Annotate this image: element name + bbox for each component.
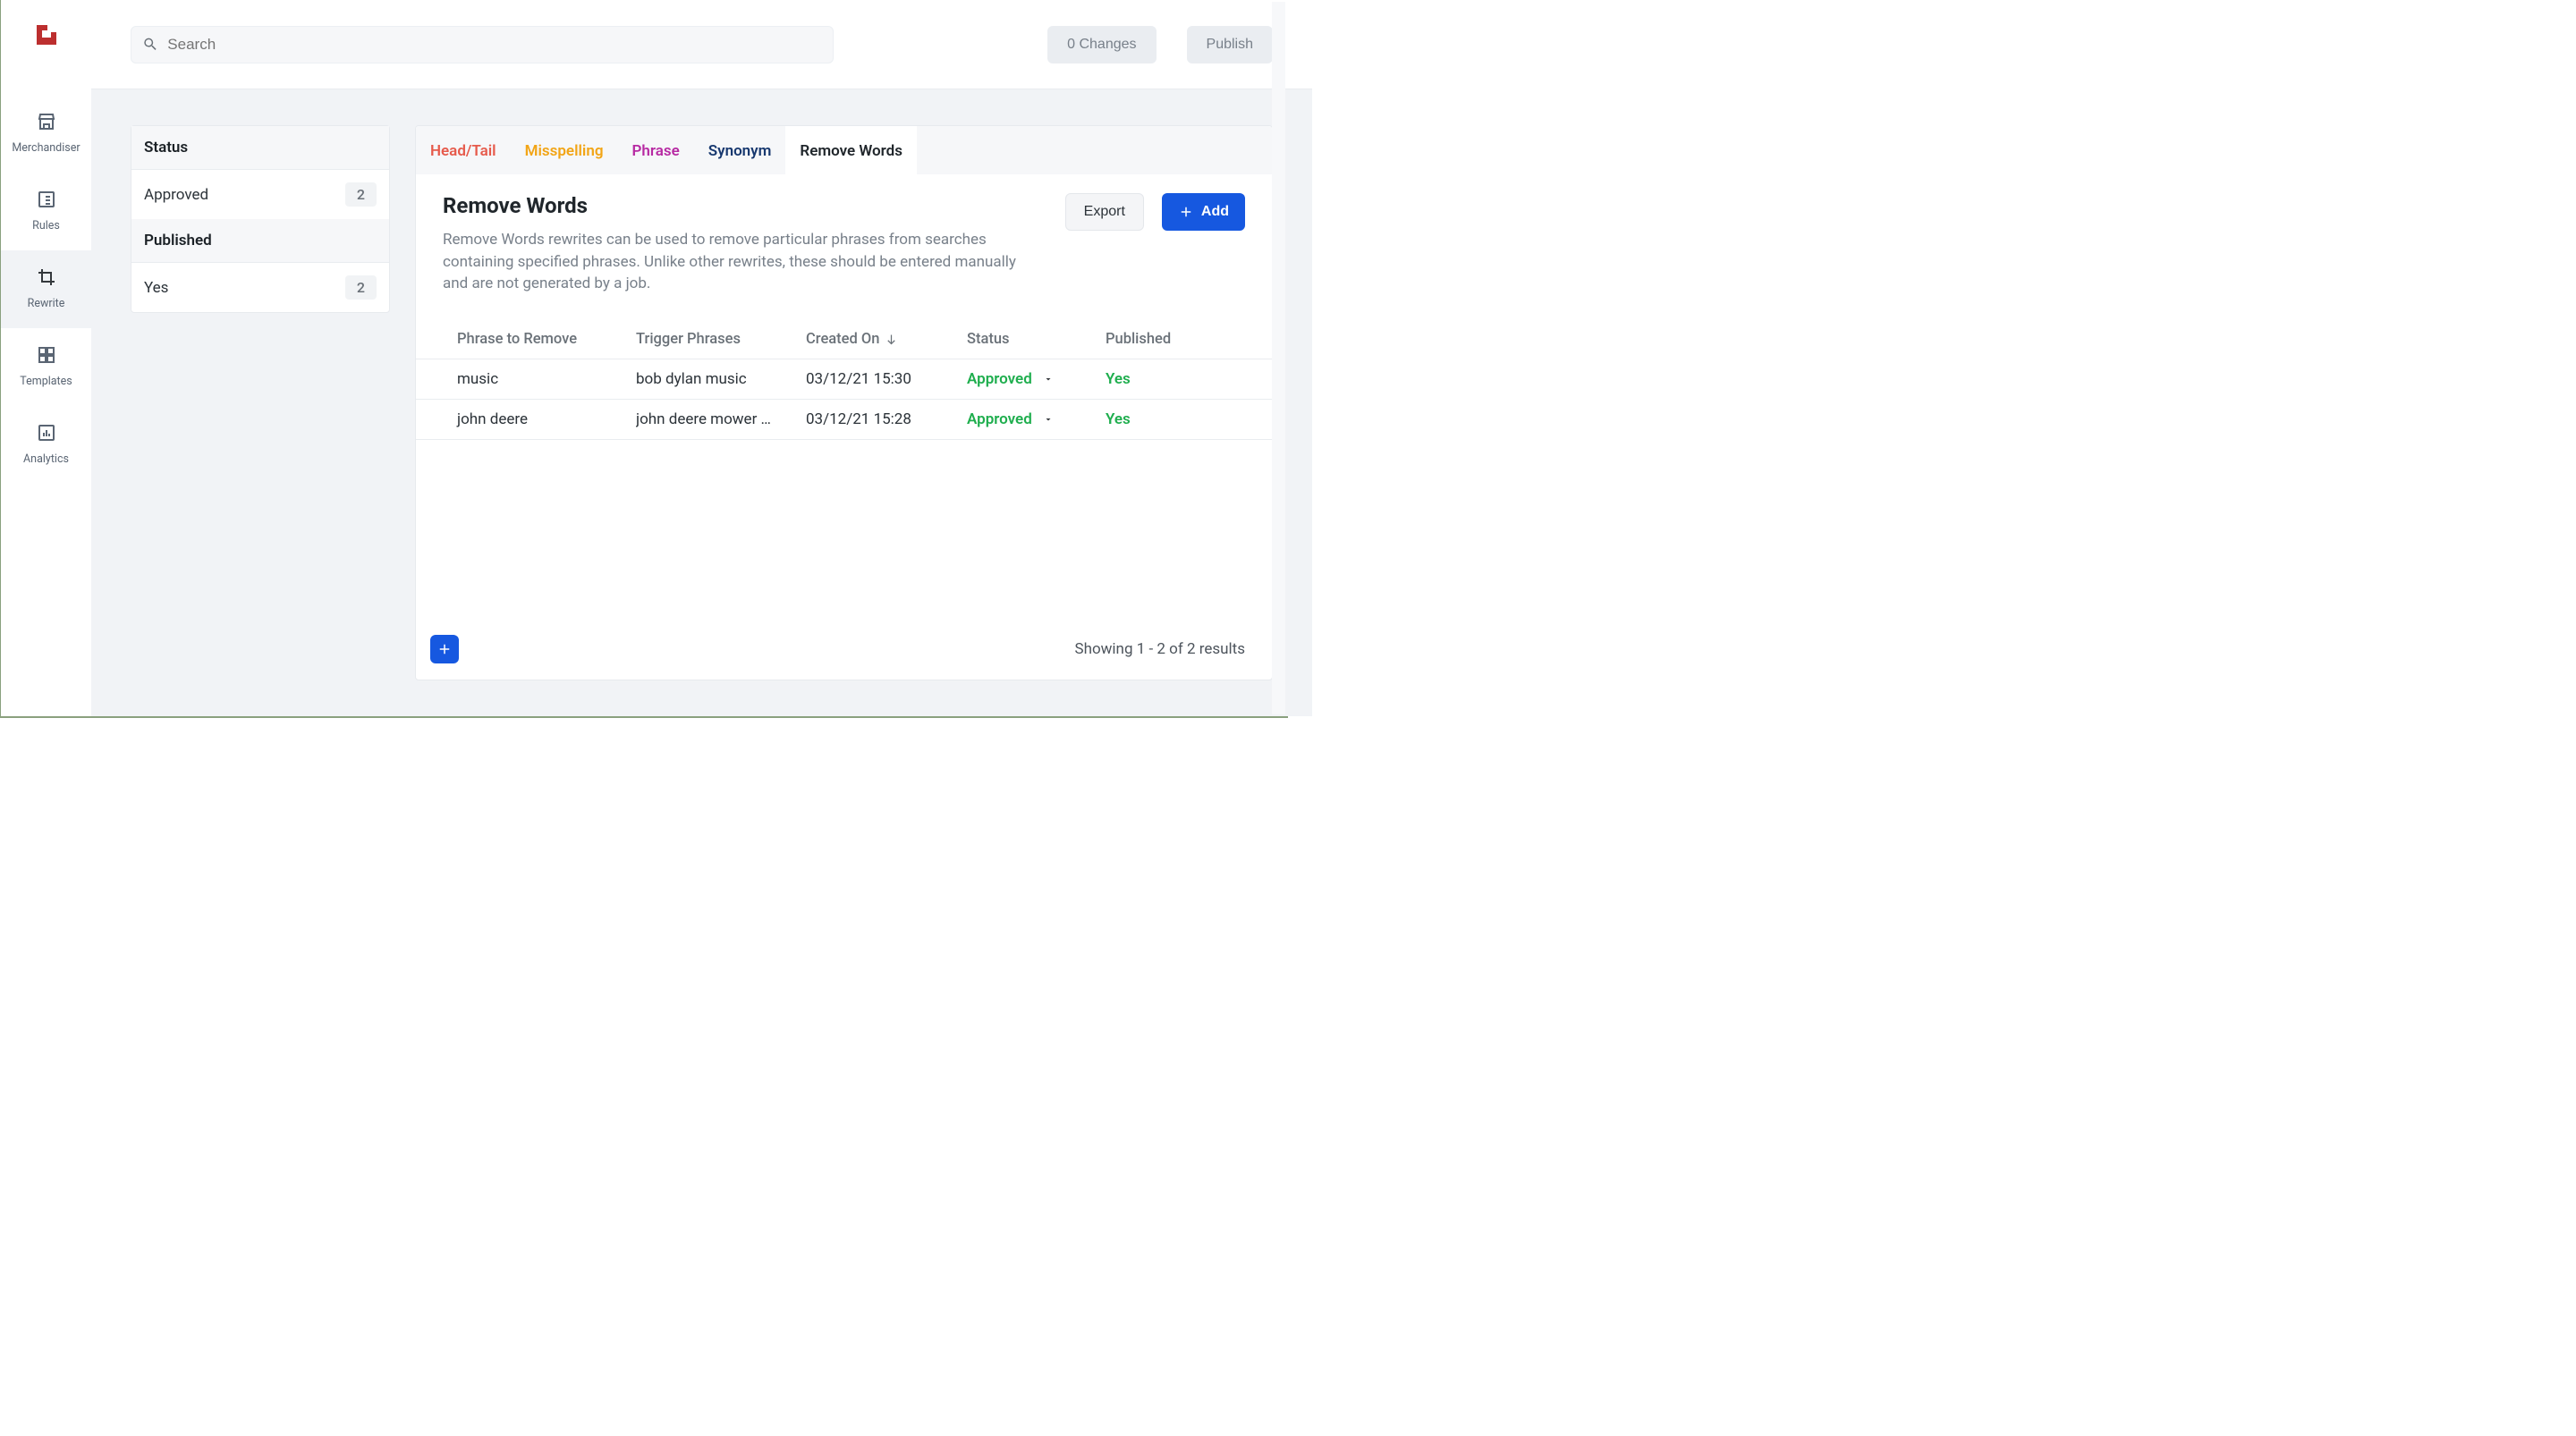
th-created[interactable]: Created On (806, 331, 967, 348)
page-title: Remove Words (443, 193, 1047, 218)
cell-trigger: bob dylan music (636, 370, 806, 388)
sidebar-item-label: Analytics (23, 452, 69, 466)
cell-status[interactable]: Approved (967, 370, 1106, 388)
filter-status-count: 2 (345, 182, 377, 207)
table-row[interactable]: john deere john deere mower … 03/12/21 1… (416, 400, 1272, 440)
cell-published: Yes (1106, 410, 1231, 428)
th-trigger[interactable]: Trigger Phrases (636, 331, 806, 348)
filter-status-row[interactable]: Approved 2 (131, 170, 389, 219)
chart-icon (36, 422, 57, 443)
crop-icon (36, 266, 57, 288)
cell-phrase: john deere (457, 410, 636, 428)
filter-status-header: Status (131, 126, 389, 170)
tab-remove-words[interactable]: Remove Words (785, 126, 917, 174)
plus-icon (436, 641, 453, 657)
table-header: Phrase to Remove Trigger Phrases Created… (416, 320, 1272, 359)
add-button[interactable]: Add (1162, 193, 1245, 231)
sidebar-item-analytics[interactable]: Analytics (1, 406, 91, 484)
table-row[interactable]: music bob dylan music 03/12/21 15:30 App… (416, 359, 1272, 400)
sidebar-item-merchandiser[interactable]: Merchandiser (1, 95, 91, 173)
sidebar-item-label: Merchandiser (12, 141, 80, 155)
logo (33, 21, 60, 48)
sidebar-item-templates[interactable]: Templates (1, 328, 91, 406)
filter-published-row[interactable]: Yes 2 (131, 263, 389, 312)
cell-status[interactable]: Approved (967, 410, 1106, 428)
th-status[interactable]: Status (967, 331, 1106, 348)
sidebar-item-label: Rules (32, 219, 60, 232)
tab-misspelling[interactable]: Misspelling (511, 126, 618, 174)
results-text: Showing 1 - 2 of 2 results (1075, 640, 1246, 658)
chevron-down-icon (1043, 374, 1054, 384)
store-icon (36, 111, 57, 132)
search-input-wrap[interactable] (131, 26, 834, 63)
tab-head-tail[interactable]: Head/Tail (416, 126, 511, 174)
search-input[interactable] (167, 36, 822, 54)
tabs: Head/Tail Misspelling Phrase Synonym Rem… (416, 126, 1272, 175)
arrow-down-icon (885, 333, 898, 346)
add-button-label: Add (1201, 204, 1229, 220)
add-fab[interactable] (430, 635, 459, 663)
list-icon (36, 189, 57, 210)
export-button[interactable]: Export (1065, 193, 1144, 231)
main-panel: Head/Tail Misspelling Phrase Synonym Rem… (415, 125, 1273, 680)
filter-published-count: 2 (345, 275, 377, 300)
th-published[interactable]: Published (1106, 331, 1231, 348)
chevron-down-icon (1043, 414, 1054, 425)
sidebar: Merchandiser Rules Rewrite Templates Ana… (1, 0, 91, 716)
topbar: 0 Changes Publish (91, 0, 1312, 89)
sidebar-item-label: Rewrite (28, 297, 65, 310)
cell-created: 03/12/21 15:30 (806, 370, 967, 388)
th-phrase[interactable]: Phrase to Remove (457, 331, 636, 348)
cell-created: 03/12/21 15:28 (806, 410, 967, 428)
sidebar-item-rules[interactable]: Rules (1, 173, 91, 250)
sidebar-item-rewrite[interactable]: Rewrite (1, 250, 91, 328)
page-description: Remove Words rewrites can be used to rem… (443, 229, 1033, 295)
filter-published-label: Yes (144, 279, 168, 297)
cell-phrase: music (457, 370, 636, 388)
publish-button[interactable]: Publish (1187, 26, 1273, 63)
filter-published-header: Published (131, 219, 389, 263)
table: Phrase to Remove Trigger Phrases Created… (416, 320, 1272, 440)
tab-phrase[interactable]: Phrase (618, 126, 694, 174)
search-icon (142, 36, 158, 53)
filter-panel: Status Approved 2 Published Yes 2 (131, 125, 390, 313)
sidebar-item-label: Templates (20, 375, 72, 388)
tab-synonym[interactable]: Synonym (694, 126, 786, 174)
plus-icon (1178, 204, 1194, 220)
changes-button[interactable]: 0 Changes (1047, 26, 1156, 63)
cell-published: Yes (1106, 370, 1231, 388)
cell-trigger: john deere mower … (636, 410, 806, 428)
filter-status-label: Approved (144, 186, 208, 204)
scrollbar[interactable] (1272, 2, 1285, 714)
grid-icon (36, 344, 57, 366)
